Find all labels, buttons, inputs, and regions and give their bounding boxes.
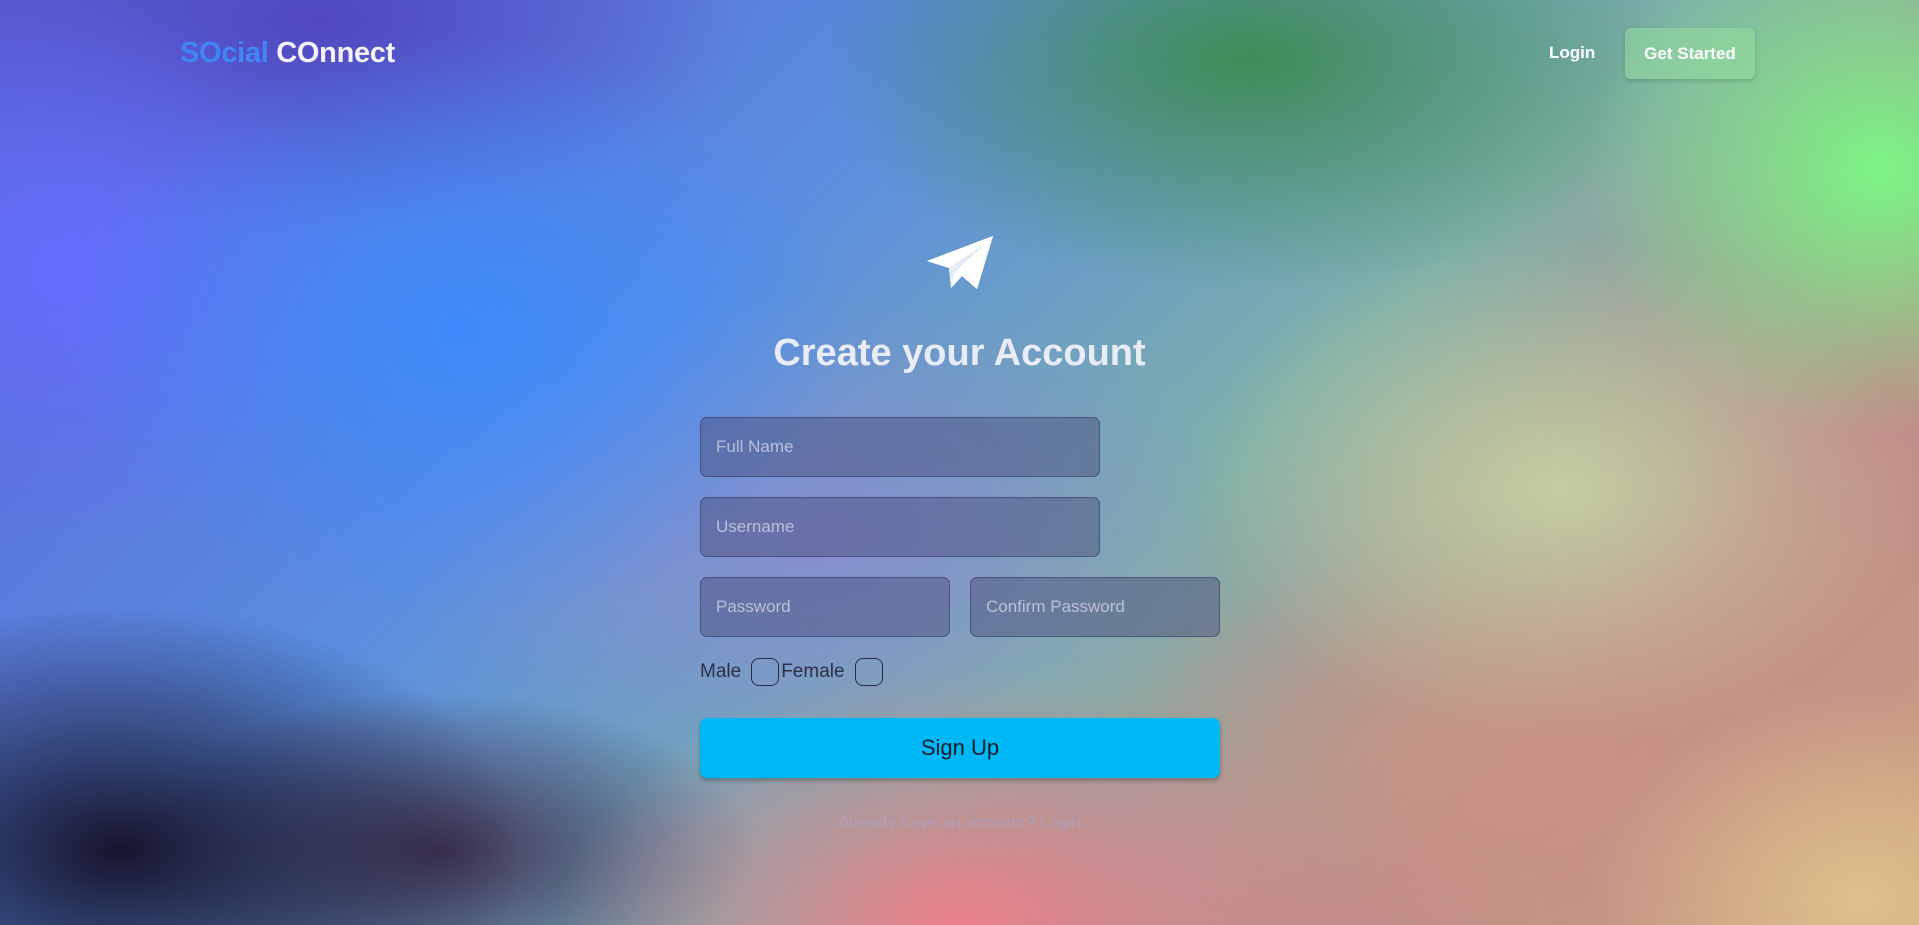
username-field[interactable] bbox=[700, 497, 1100, 557]
page-title: Create your Account bbox=[773, 332, 1146, 374]
fullname-field[interactable] bbox=[700, 417, 1100, 477]
username-input[interactable] bbox=[716, 517, 1084, 537]
logo-text-social: SOcial bbox=[180, 37, 269, 69]
confirm-password-field[interactable] bbox=[970, 577, 1220, 637]
login-link[interactable]: Login bbox=[1039, 813, 1081, 832]
password-input[interactable] bbox=[716, 597, 934, 617]
login-prompt: Already have an account? Login bbox=[0, 813, 1919, 833]
gender-female-label: Female bbox=[781, 661, 845, 682]
nav-login-link[interactable]: Login bbox=[1549, 43, 1595, 63]
logo-text-connect: COnnect bbox=[276, 37, 395, 69]
gender-selector: Male Female bbox=[700, 656, 885, 688]
paper-plane-icon bbox=[927, 236, 993, 289]
fullname-input[interactable] bbox=[716, 437, 1084, 457]
gender-male-label: Male bbox=[700, 661, 742, 682]
sign-up-button[interactable]: Sign Up bbox=[700, 718, 1220, 778]
get-started-button[interactable]: Get Started bbox=[1625, 28, 1755, 79]
gender-female-checkbox[interactable] bbox=[854, 658, 883, 686]
password-field[interactable] bbox=[700, 577, 950, 637]
top-navbar: SOcial COnnect Login Get Started bbox=[0, 0, 1919, 108]
gender-male-checkbox[interactable] bbox=[751, 658, 780, 686]
brand-logo[interactable]: SOcial COnnect bbox=[180, 37, 395, 70]
confirm-password-input[interactable] bbox=[986, 597, 1204, 617]
login-prompt-text: Already have an account? bbox=[838, 813, 1035, 832]
